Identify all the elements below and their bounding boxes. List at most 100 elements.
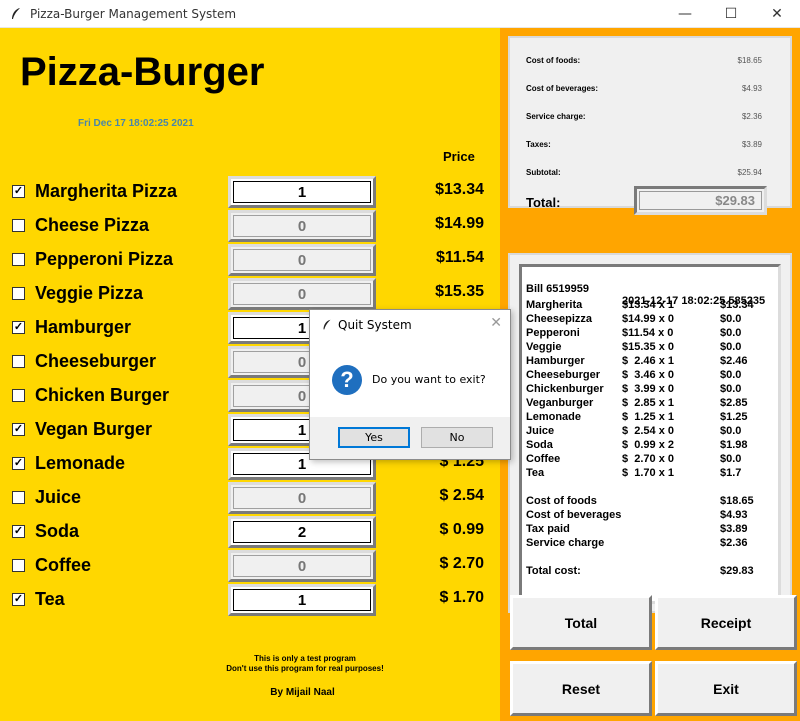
checkbox-vegan-burger[interactable]: ✓ — [12, 423, 25, 436]
checkbox-juice[interactable] — [12, 491, 25, 504]
checkbox-veggie-pizza[interactable] — [12, 287, 25, 300]
receipt-item-name: Lemonade — [526, 411, 582, 423]
checkbox-cheese-pizza[interactable] — [12, 219, 25, 232]
quantity-field-coffee[interactable]: 0 — [228, 550, 376, 582]
receipt-total-label: Total cost: — [526, 565, 581, 577]
item-price: $13.34 — [435, 181, 484, 198]
receipt-summary-amount: $2.36 — [720, 537, 748, 549]
price-header: Price — [443, 149, 475, 164]
receipt-summary-name: Tax paid — [526, 523, 570, 535]
item-label: Juice — [35, 487, 82, 507]
menu-item-pepperoni-pizza: Pepperoni Pizza 0 $11.54 — [12, 243, 492, 277]
total-field[interactable]: $29.83 — [634, 186, 767, 215]
quantity-value: 0 — [297, 353, 307, 371]
item-label: Margherita Pizza — [35, 181, 178, 201]
summary-panel: Cost of foods: $18.65 Cost of beverages: $… — [500, 28, 800, 721]
receipt-item-unit: $13.34 x 1 — [622, 299, 674, 311]
no-button[interactable]: No — [421, 427, 493, 448]
receipt-item-amount: $0.0 — [720, 313, 742, 325]
checkbox-soda[interactable]: ✓ — [12, 525, 25, 538]
receipt-item-amount: $0.0 — [720, 369, 742, 381]
close-button[interactable]: ✕ — [754, 0, 800, 28]
receipt-summary-amount: $3.89 — [720, 523, 748, 535]
quantity-value: 1 — [297, 183, 307, 201]
subtotal-label: Subtotal: — [526, 168, 561, 177]
quantity-field-tea[interactable]: 1 — [228, 584, 376, 616]
quantity-field-veggie-pizza[interactable]: 0 — [228, 278, 376, 310]
receipt-item-unit: $ 3.46 x 0 — [622, 369, 674, 381]
receipt-text-area[interactable]: Bill 6519959 2021-12-17 18:02:25.585235 … — [519, 264, 781, 604]
menu-item-cheese-pizza: Cheese Pizza 0 $14.99 — [12, 209, 492, 243]
receipt-item-name: Pepperoni — [526, 327, 580, 339]
checkbox-chicken-burger[interactable] — [12, 389, 25, 402]
quantity-field-juice[interactable]: 0 — [228, 482, 376, 514]
quantity-field-cheese-pizza[interactable]: 0 — [228, 210, 376, 242]
quantity-value: 0 — [297, 557, 307, 575]
quantity-value: 1 — [297, 319, 307, 337]
receipt-item-unit: $14.99 x 0 — [622, 313, 674, 325]
item-label: Hamburger — [35, 317, 132, 337]
checkbox-cheeseburger[interactable] — [12, 355, 25, 368]
receipt-item-name: Juice — [526, 425, 555, 437]
checkbox-pepperoni-pizza[interactable] — [12, 253, 25, 266]
total-label: Total: — [526, 195, 561, 210]
receipt-item-unit: $ 0.99 x 2 — [622, 439, 674, 451]
item-label: Pepperoni Pizza — [35, 249, 174, 269]
checkbox-margherita-pizza[interactable]: ✓ — [12, 185, 25, 198]
quantity-field-pepperoni-pizza[interactable]: 0 — [228, 244, 376, 276]
cost-foods-value: $18.65 — [737, 56, 762, 65]
receipt-summary-amount: $4.93 — [720, 509, 748, 521]
receipt-item-unit: $ 1.25 x 1 — [622, 411, 674, 423]
checkbox-coffee[interactable] — [12, 559, 25, 572]
service-charge-row: Service charge: $2.36 — [526, 112, 762, 121]
checkbox-lemonade[interactable]: ✓ — [12, 457, 25, 470]
receipt-item-unit: $15.35 x 0 — [622, 341, 674, 353]
maximize-button[interactable]: ☐ — [708, 0, 754, 28]
receipt-header: Bill 6519959 2021-12-17 18:02:25.585235 — [526, 271, 765, 307]
item-label: Vegan Burger — [35, 419, 153, 439]
reset-button[interactable]: Reset — [510, 661, 652, 716]
exit-button[interactable]: Exit — [655, 661, 797, 716]
checkbox-tea[interactable]: ✓ — [12, 593, 25, 606]
item-label: Lemonade — [35, 453, 126, 473]
item-price: $ 0.99 — [439, 521, 484, 538]
receipt-item-amount: $0.0 — [720, 327, 742, 339]
receipt-button[interactable]: Receipt — [655, 595, 797, 650]
window-title: Pizza-Burger Management System — [30, 7, 237, 21]
dialog-close-icon[interactable]: ✕ — [490, 315, 502, 331]
yes-button[interactable]: Yes — [338, 427, 410, 448]
quantity-field-margherita-pizza[interactable]: 1 — [228, 176, 376, 208]
quantity-value: 1 — [297, 591, 307, 609]
item-label: Coffee — [35, 555, 92, 575]
receipt-item-unit: $ 2.85 x 1 — [622, 397, 674, 409]
disclaimer-line-1: This is only a test program — [254, 654, 356, 663]
receipt-summary-name: Cost of foods — [526, 495, 597, 507]
disclaimer-line-2: Don't use this program for real purposes… — [226, 664, 384, 673]
quantity-value: 1 — [297, 421, 307, 439]
receipt-item-name: Hamburger — [526, 355, 585, 367]
quit-dialog: Quit System ✕ ? Do you want to exit? Yes… — [309, 309, 511, 460]
receipt-item-amount: $0.0 — [720, 383, 742, 395]
item-price: $11.54 — [435, 249, 484, 266]
item-label: Cheeseburger — [35, 351, 157, 371]
minimize-button[interactable]: — — [662, 0, 708, 28]
quantity-field-soda[interactable]: 2 — [228, 516, 376, 548]
receipt-item-amount: $0.0 — [720, 341, 742, 353]
receipt-total-value: $29.83 — [720, 565, 754, 577]
receipt-summary-name: Cost of beverages — [526, 509, 622, 521]
checkbox-hamburger[interactable]: ✓ — [12, 321, 25, 334]
quantity-value: 0 — [297, 217, 307, 235]
service-charge-label: Service charge: — [526, 112, 586, 121]
window-titlebar: Pizza-Burger Management System — ☐ ✕ — [0, 0, 800, 28]
total-button[interactable]: Total — [510, 595, 652, 650]
item-price: $ 2.70 — [439, 555, 484, 572]
subtotal-value: $25.94 — [737, 168, 762, 177]
quantity-value: 2 — [297, 523, 307, 541]
cost-foods-label: Cost of foods: — [526, 56, 581, 65]
item-label: Veggie Pizza — [35, 283, 144, 303]
item-price: $ 1.70 — [439, 589, 484, 606]
receipt-item-amount: $2.85 — [720, 397, 748, 409]
app-title: Pizza-Burger — [20, 50, 265, 94]
receipt-item-unit: $11.54 x 0 — [622, 327, 674, 339]
receipt-item-name: Chickenburger — [526, 383, 604, 395]
